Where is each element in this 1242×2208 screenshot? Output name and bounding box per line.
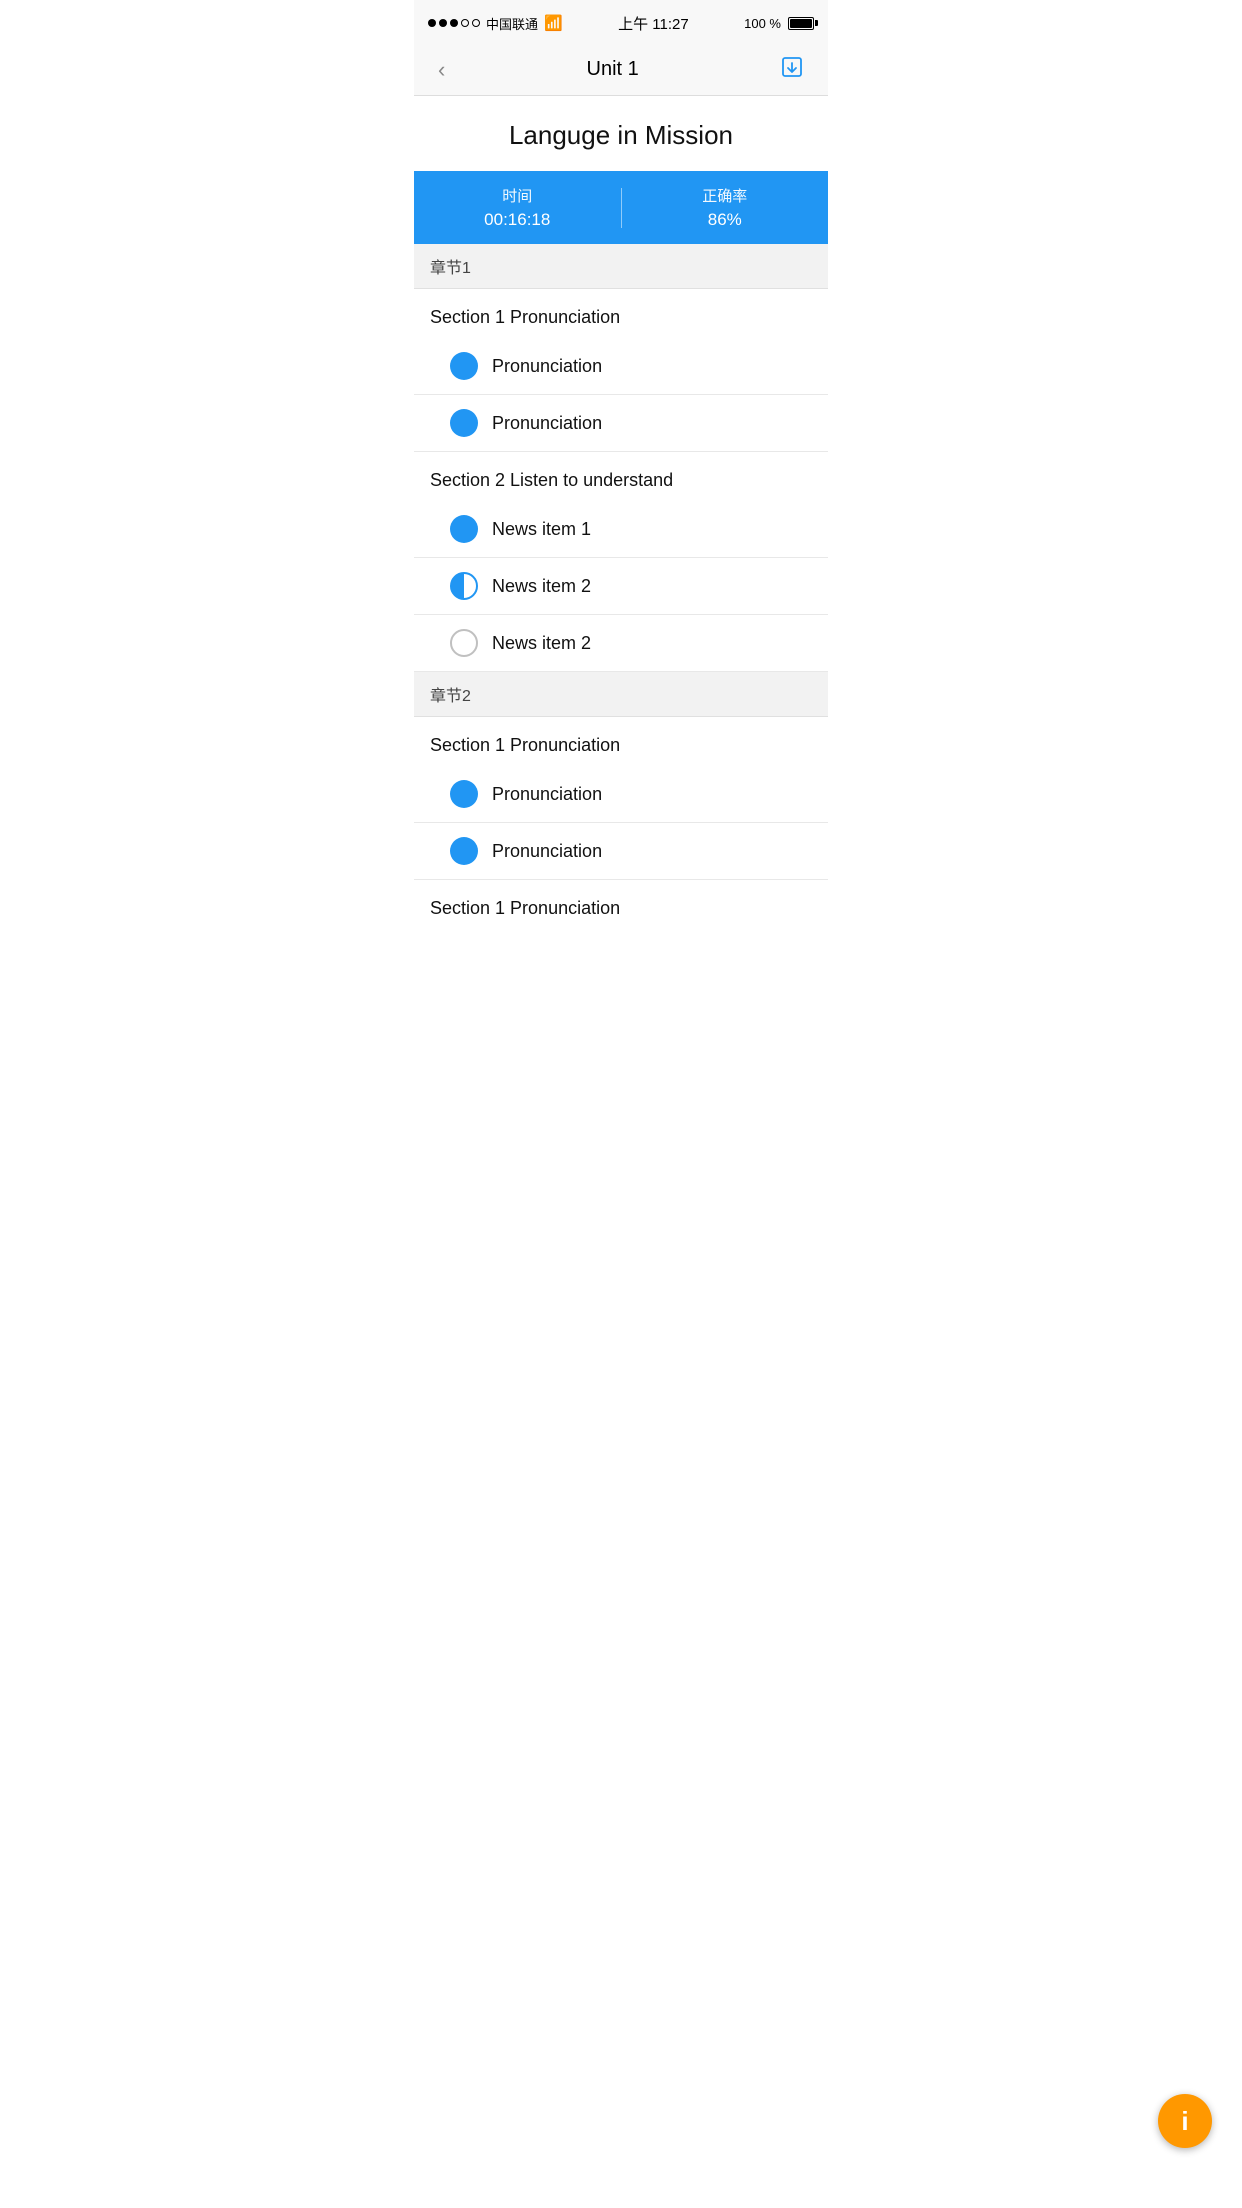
chapter-header-1: 章节1 [414,244,828,289]
battery-fill [790,19,812,28]
signal-dot-3 [450,19,458,27]
chapter-header-2: 章节2 [414,672,828,717]
list-item[interactable]: News item 1 [414,501,828,558]
stat-accuracy: 正确率 86% [622,185,829,230]
item-label: Pronunciation [492,841,602,862]
info-button[interactable]: i [1158,2094,1212,2148]
time-label: 时间 [414,185,621,206]
list-item[interactable]: Pronunciation [414,766,828,823]
item-label: News item 2 [492,633,591,654]
page-title: Languge in Mission [414,96,828,171]
battery-label: 100 % [744,16,781,31]
list-item[interactable]: News item 2 [414,558,828,615]
status-left: 中国联通 📶 [428,14,563,33]
nav-bar: ‹ Unit 1 [414,44,828,96]
chapters-container: 章节1Section 1 PronunciationPronunciationP… [414,244,828,929]
status-circle-full [450,515,478,543]
status-circle-half [450,572,478,600]
signal-dot-4 [461,19,469,27]
signal-dots [428,19,480,27]
status-circle-empty [450,629,478,657]
section-title-2-2: Section 1 Pronunciation [414,880,828,929]
download-icon [780,55,804,79]
signal-dot-2 [439,19,447,27]
list-item[interactable]: Pronunciation [414,823,828,880]
item-label: Pronunciation [492,413,602,434]
stats-bar: 时间 00:16:18 正确率 86% [414,171,828,244]
item-label: Pronunciation [492,784,602,805]
accuracy-value: 86% [622,210,829,230]
time-value: 00:16:18 [414,210,621,230]
accuracy-label: 正确率 [622,185,829,206]
status-right: 100 % [744,16,814,31]
item-label: News item 1 [492,519,591,540]
content-area: 章节1Section 1 PronunciationPronunciationP… [414,244,828,1029]
signal-dot-5 [472,19,480,27]
status-circle-full [450,409,478,437]
status-circle-full [450,780,478,808]
carrier-label: 中国联通 [486,14,538,33]
stat-time: 时间 00:16:18 [414,185,621,230]
item-label: Pronunciation [492,356,602,377]
status-time: 上午 11:27 [618,13,689,34]
section-title-1-2: Section 2 Listen to understand [414,452,828,501]
item-label: News item 2 [492,576,591,597]
info-icon: i [1181,2108,1188,2134]
battery-icon [788,17,814,30]
status-circle-full [450,837,478,865]
signal-dot-1 [428,19,436,27]
section-title-1-1: Section 1 Pronunciation [414,289,828,338]
list-item[interactable]: Pronunciation [414,338,828,395]
download-button[interactable] [772,47,812,93]
status-circle-full [450,352,478,380]
list-item[interactable]: Pronunciation [414,395,828,452]
wifi-icon: 📶 [544,14,563,32]
status-bar: 中国联通 📶 上午 11:27 100 % [414,0,828,44]
section-title-2-1: Section 1 Pronunciation [414,717,828,766]
nav-title: Unit 1 [587,58,639,81]
list-item[interactable]: News item 2 [414,615,828,672]
back-button[interactable]: ‹ [430,49,453,91]
